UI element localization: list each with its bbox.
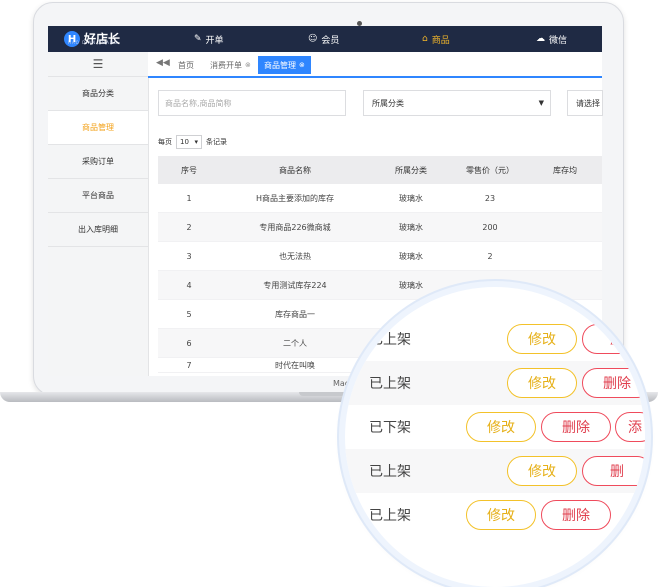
tab-billing[interactable]: 消费开单 ⊗ <box>204 56 257 74</box>
row-number: 4 <box>186 280 192 290</box>
edit-button[interactable]: 修改 <box>466 412 536 442</box>
chevron-down-icon: ▾ <box>194 138 198 146</box>
add-button[interactable]: 添 <box>615 412 645 442</box>
status-badge: 已下架 <box>369 420 411 436</box>
page-size-value: 10 <box>180 138 189 146</box>
goods-price: 23 <box>484 193 496 203</box>
goods-name: 专用测试库存224 <box>263 280 327 290</box>
goods-category: 玻璃水 <box>399 222 423 232</box>
category-select[interactable]: 所属分类 ▼ <box>363 90 551 116</box>
page-size-suffix: 条记录 <box>206 138 227 146</box>
top-navigation: H 好店长 HAO DIAN ZHANG ✎ 开单 ☺ 会员 ⌂ 商品 ☁ 微信 <box>48 26 602 52</box>
close-icon[interactable]: ⊗ <box>245 61 251 69</box>
table-row[interactable]: 1 H商品主要添加的库存 玻璃水 23 <box>158 184 602 213</box>
sidebar: ☰ 商品分类 商品管理 采购订单 平台商品 出入库明细 <box>48 52 149 376</box>
status-badge: 已上架 <box>369 464 411 480</box>
row-number: 5 <box>186 309 192 319</box>
nav-item-member[interactable]: ☺ 会员 <box>308 26 339 52</box>
edit-icon: ✎ <box>194 34 202 44</box>
nav-label: 商品 <box>431 35 450 46</box>
column-header[interactable]: 零售价（元） <box>452 165 528 176</box>
status-badge: 已上架 <box>369 508 411 524</box>
magnified-row: 已下架 修改 删除 添 <box>345 405 645 449</box>
table-header: 序号 商品名称 所属分类 零售价（元） 库存均 <box>158 156 602 184</box>
other-select[interactable]: 请选择 <box>567 90 603 116</box>
nav-item-billing[interactable]: ✎ 开单 <box>194 26 224 52</box>
tab-label: 消费开单 <box>210 60 242 70</box>
goods-price: 200 <box>482 222 498 232</box>
menu-toggle-icon[interactable]: ☰ <box>48 52 148 77</box>
chevron-down-icon: ▼ <box>538 99 544 107</box>
wechat-icon: ☁ <box>536 34 545 44</box>
table-row[interactable]: 2 专用商品226微商城 玻璃水 200 <box>158 213 602 242</box>
column-header[interactable]: 库存均 <box>528 165 602 176</box>
delete-button[interactable]: 删除 <box>541 412 611 442</box>
table-row[interactable]: 3 也无法热 玻璃水 2 <box>158 242 602 271</box>
row-number: 1 <box>186 193 192 203</box>
sidebar-item-stock-details[interactable]: 出入库明细 <box>48 213 148 247</box>
goods-icon: ⌂ <box>422 34 428 44</box>
page-size-control: 每页 10 ▾ 条记录 <box>158 135 227 149</box>
category-select-value: 所属分类 <box>372 98 404 108</box>
row-number: 6 <box>186 338 192 348</box>
tab-scroll-left-icon[interactable]: ◀◀ <box>156 58 170 68</box>
tab-label: 首页 <box>178 60 194 70</box>
other-select-value: 请选择 <box>576 98 600 108</box>
sidebar-item-purchase-orders[interactable]: 采购订单 <box>48 145 148 179</box>
close-icon[interactable]: ⊗ <box>299 61 305 69</box>
sidebar-item-platform-goods[interactable]: 平台商品 <box>48 179 148 213</box>
nav-item-wechat[interactable]: ☁ 微信 <box>536 26 567 52</box>
magnified-row: 已上架 修改 删除 <box>345 361 645 405</box>
goods-category: 玻璃水 <box>399 193 423 203</box>
goods-name: 也无法热 <box>279 251 311 261</box>
page-size-select[interactable]: 10 ▾ <box>176 135 202 149</box>
goods-name: H商品主要添加的库存 <box>255 193 334 203</box>
member-icon: ☺ <box>308 34 318 44</box>
row-number: 2 <box>186 222 192 232</box>
tab-goods-management[interactable]: 商品管理 ⊗ <box>258 56 311 74</box>
column-header[interactable]: 所属分类 <box>370 165 452 176</box>
column-header[interactable]: 商品名称 <box>220 165 370 176</box>
delete-button[interactable]: 删除 <box>541 500 611 530</box>
status-badge: 已上架 <box>369 376 411 392</box>
page-size-prefix: 每页 <box>158 138 172 146</box>
goods-category: 玻璃水 <box>399 280 423 290</box>
logo-subtitle: HAO DIAN ZHANG <box>68 40 118 45</box>
edit-button[interactable]: 修改 <box>507 368 577 398</box>
sidebar-item-goods-management[interactable]: 商品管理 <box>48 111 148 145</box>
tab-bar: ◀◀ 首页 消费开单 ⊗ 商品管理 ⊗ <box>148 52 602 78</box>
delete-button[interactable]: 删除 <box>582 368 645 398</box>
edit-button[interactable]: 修改 <box>507 456 577 486</box>
magnifier-callout: 已上架 修改 删 已上架 修改 删除 已下架 修改 删除 添 已上架 修改 删 … <box>345 287 645 587</box>
sidebar-item-category[interactable]: 商品分类 <box>48 77 148 111</box>
nav-label: 微信 <box>549 35 568 46</box>
goods-price: 2 <box>487 251 493 261</box>
nav-item-goods[interactable]: ⌂ 商品 <box>422 26 450 52</box>
goods-name: 专用商品226微商城 <box>259 222 331 232</box>
status-badge: 已上架 <box>369 332 411 348</box>
column-header[interactable]: 序号 <box>158 165 220 176</box>
row-number: 3 <box>186 251 192 261</box>
search-input[interactable]: 商品名称,商品简称 <box>158 90 346 116</box>
nav-label: 会员 <box>321 35 340 46</box>
edit-button[interactable]: 修改 <box>507 324 577 354</box>
delete-button[interactable]: 删 <box>582 456 645 486</box>
row-number: 7 <box>186 360 192 370</box>
tab-label: 商品管理 <box>264 60 296 70</box>
magnified-row: 已上架 修改 删 <box>345 449 645 493</box>
edit-button[interactable]: 修改 <box>466 500 536 530</box>
delete-button[interactable]: 删 <box>582 324 645 354</box>
logo[interactable]: H 好店长 <box>64 29 120 49</box>
magnified-row: 已上架 修改 删除 <box>345 493 645 537</box>
goods-category: 玻璃水 <box>399 251 423 261</box>
nav-label: 开单 <box>205 35 224 46</box>
tab-home[interactable]: 首页 <box>172 56 200 74</box>
magnified-row: 已上架 修改 删 <box>345 317 645 361</box>
